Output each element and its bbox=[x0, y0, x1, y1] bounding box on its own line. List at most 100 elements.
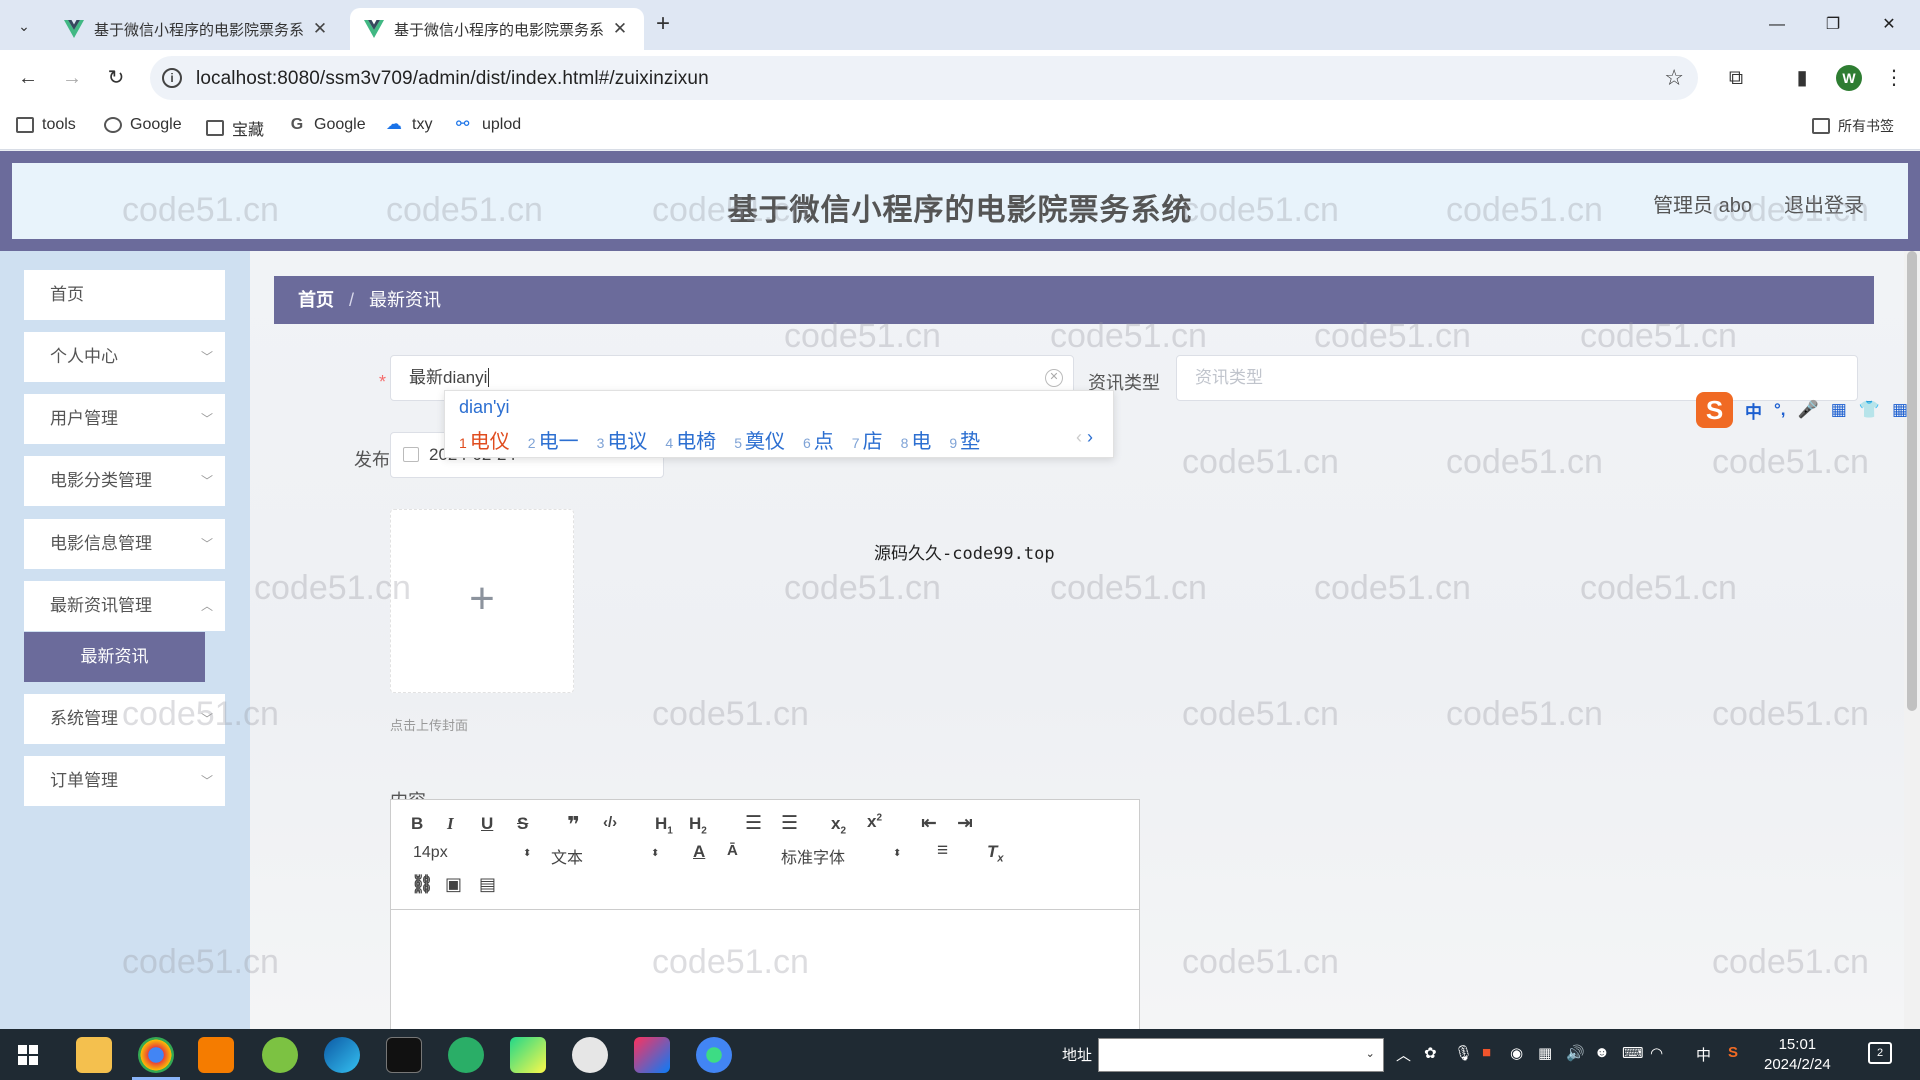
sogou-tray-icon[interactable]: S bbox=[1728, 1044, 1738, 1061]
bookmark-item[interactable]: tools bbox=[16, 116, 76, 134]
close-icon[interactable]: ✕ bbox=[310, 19, 330, 39]
site-info-icon[interactable]: i bbox=[162, 68, 182, 88]
sidebar-item-order-management[interactable]: 订单管理 ﹀ bbox=[24, 756, 225, 806]
sidebar-item-movie-info[interactable]: 电影信息管理 ﹀ bbox=[24, 519, 225, 569]
ime-candidate[interactable]: 4 电椅 bbox=[665, 425, 716, 454]
terminal-icon[interactable] bbox=[386, 1037, 422, 1073]
ime-candidate[interactable]: 2 电一 bbox=[528, 425, 579, 454]
bookmark-item[interactable]: 宝藏 bbox=[206, 116, 264, 140]
sidebar-item-news-management[interactable]: 最新资讯管理 ︿ bbox=[24, 581, 225, 631]
reload-icon[interactable]: ↻ bbox=[100, 62, 132, 94]
ime-candidate[interactable]: 8电 bbox=[901, 425, 932, 454]
bookmark-item[interactable]: ⚯ uplod bbox=[456, 116, 521, 134]
wifi-icon[interactable]: ◠ bbox=[1650, 1044, 1663, 1062]
ime-candidate[interactable]: 3 电议 bbox=[597, 425, 648, 454]
chrome-icon[interactable] bbox=[138, 1037, 174, 1073]
ime-toolbox-icon[interactable]: ▦ bbox=[1892, 400, 1908, 420]
file-explorer-icon[interactable] bbox=[76, 1037, 112, 1073]
video-icon[interactable]: ▤ bbox=[479, 874, 496, 895]
align-icon[interactable]: ≡ bbox=[937, 840, 948, 862]
sidebar-item-personal-center[interactable]: 个人中心 ﹀ bbox=[24, 332, 225, 382]
windows-start-icon[interactable] bbox=[18, 1045, 38, 1065]
link-icon[interactable]: ⛓ bbox=[411, 874, 434, 895]
pycharm-icon[interactable] bbox=[510, 1037, 546, 1073]
intellij-icon[interactable] bbox=[634, 1037, 670, 1073]
breadcrumb-home[interactable]: 首页 bbox=[298, 290, 334, 310]
scrollbar-thumb[interactable] bbox=[1907, 251, 1917, 711]
chat-app-icon[interactable] bbox=[572, 1037, 608, 1073]
bookmark-item[interactable]: ☁ txy bbox=[386, 116, 432, 134]
strikethrough-icon[interactable]: S bbox=[517, 814, 528, 834]
ime-skin-icon[interactable]: 👕 bbox=[1859, 400, 1880, 420]
more-menu-icon[interactable]: ⋮ bbox=[1880, 64, 1908, 92]
sidebar-subitem-latest-news[interactable]: 最新资讯 bbox=[24, 632, 205, 682]
bold-icon[interactable]: B bbox=[411, 814, 423, 834]
ime-candidate[interactable]: 9垫 bbox=[949, 425, 980, 454]
tray-app-icon[interactable]: ✿ bbox=[1424, 1044, 1437, 1062]
sidebar-item-system-management[interactable]: 系统管理 ﹀ bbox=[24, 694, 225, 744]
font-color-icon[interactable]: A bbox=[693, 842, 705, 862]
outdent-icon[interactable]: ⇤ bbox=[921, 812, 937, 835]
all-bookmarks[interactable]: 所有书签 bbox=[1812, 116, 1894, 136]
clear-format-icon[interactable]: Tx bbox=[987, 842, 1004, 864]
tray-expand-icon[interactable]: ︿ bbox=[1396, 1044, 1411, 1065]
network-app-icon[interactable] bbox=[262, 1037, 298, 1073]
window-close-button[interactable]: ✕ bbox=[1866, 8, 1912, 42]
ime-lang-toggle[interactable]: 中 bbox=[1745, 398, 1762, 423]
qq-icon[interactable]: ☻ bbox=[1594, 1044, 1610, 1061]
editor-content-area[interactable] bbox=[391, 911, 1139, 1029]
code-block-icon[interactable]: ‹/› bbox=[603, 814, 617, 831]
tray-browser-icon[interactable]: ◉ bbox=[1510, 1044, 1523, 1062]
heading1-icon[interactable]: H1 bbox=[655, 814, 673, 836]
profile-avatar[interactable]: W bbox=[1836, 65, 1862, 91]
page-scrollbar[interactable] bbox=[1904, 251, 1920, 1029]
bookmark-star-icon[interactable]: ☆ bbox=[1664, 65, 1684, 91]
back-arrow-icon[interactable]: ← bbox=[12, 62, 44, 94]
ime-language-indicator[interactable]: 中 bbox=[1696, 1044, 1711, 1065]
edge-icon[interactable] bbox=[324, 1037, 360, 1073]
image-icon[interactable]: ▣ bbox=[445, 874, 462, 895]
sidebar-item-movie-category[interactable]: 电影分类管理 ﹀ bbox=[24, 456, 225, 506]
browser-tab[interactable]: 基于微信小程序的电影院票务系 ✕ bbox=[50, 8, 344, 50]
cover-upload[interactable]: + bbox=[390, 509, 574, 693]
background-color-icon[interactable]: Ā bbox=[727, 842, 738, 859]
italic-icon[interactable]: I bbox=[447, 814, 454, 834]
ime-voice-icon[interactable]: 🎤 bbox=[1798, 400, 1819, 420]
ime-keyboard-icon[interactable]: ▦ bbox=[1831, 400, 1847, 420]
font-family-select[interactable]: 标准字体 ⬍ bbox=[781, 844, 911, 868]
blockquote-icon[interactable]: ❞ bbox=[567, 812, 580, 838]
volume-icon[interactable]: 🔊 bbox=[1566, 1044, 1585, 1062]
new-tab-button[interactable]: + bbox=[650, 12, 676, 38]
url-text[interactable]: localhost:8080/ssm3v709/admin/dist/index… bbox=[196, 68, 709, 90]
android-studio-icon[interactable] bbox=[696, 1037, 732, 1073]
extensions-icon[interactable]: ⧉ bbox=[1722, 64, 1750, 92]
side-panel-icon[interactable]: ▮ bbox=[1788, 64, 1816, 92]
sidebar-item-user-management[interactable]: 用户管理 ﹀ bbox=[24, 394, 225, 444]
ime-candidate[interactable]: 1 电仪 bbox=[459, 425, 510, 454]
tray-input-icon[interactable]: ⌨ bbox=[1622, 1044, 1644, 1062]
sublime-text-icon[interactable] bbox=[198, 1037, 234, 1073]
forward-arrow-icon[interactable]: → bbox=[56, 62, 88, 94]
bookmark-item[interactable]: G Google bbox=[288, 116, 366, 134]
wechat-icon[interactable] bbox=[448, 1037, 484, 1073]
system-clock[interactable]: 15:01 2024/2/24 bbox=[1764, 1035, 1831, 1075]
sidebar-item-home[interactable]: 首页 bbox=[24, 270, 225, 320]
tray-recorder-icon[interactable]: ■ bbox=[1482, 1044, 1491, 1061]
bullet-list-icon[interactable]: ☰ bbox=[781, 812, 798, 835]
notification-center-icon[interactable]: 2 bbox=[1868, 1042, 1892, 1064]
address-bar[interactable]: i localhost:8080/ssm3v709/admin/dist/ind… bbox=[150, 56, 1698, 100]
bookmark-item[interactable]: Google bbox=[104, 116, 182, 134]
browser-tab-active[interactable]: 基于微信小程序的电影院票务系 ✕ bbox=[350, 8, 644, 50]
restore-button[interactable]: ❐ bbox=[1810, 8, 1856, 42]
tab-search-icon[interactable]: ⌄ bbox=[10, 12, 38, 40]
font-size-select[interactable]: 14px ⬍ bbox=[413, 844, 531, 868]
superscript-icon[interactable]: x2 bbox=[867, 812, 882, 832]
indent-icon[interactable]: ⇥ bbox=[957, 812, 973, 835]
ime-candidate[interactable]: 7店 bbox=[852, 425, 883, 454]
ime-candidate[interactable]: 6点 bbox=[803, 425, 834, 454]
minimize-button[interactable]: — bbox=[1754, 8, 1800, 42]
sogou-ime-icon[interactable]: S bbox=[1696, 392, 1733, 428]
ime-page-arrows[interactable]: ‹ › bbox=[1076, 427, 1093, 448]
paragraph-format-select[interactable]: 文本 ⬍ bbox=[551, 844, 661, 868]
subscript-icon[interactable]: x2 bbox=[831, 814, 846, 836]
